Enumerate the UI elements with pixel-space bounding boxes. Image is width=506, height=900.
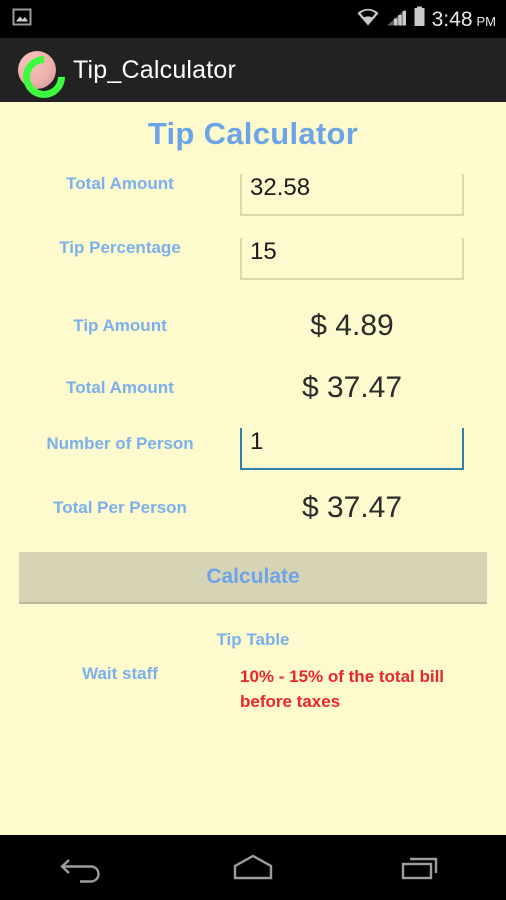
tip-table-row: Wait staff 10% - 15% of the total bill b…: [0, 664, 506, 714]
tip-table-row-label: Wait staff: [82, 664, 158, 683]
screenshot-image-icon: [12, 7, 32, 32]
tip-percentage-value: 15: [250, 238, 277, 265]
status-bar-system-icons: 3:48 PM: [356, 6, 496, 32]
row-number-of-person-input: Number of Person 1: [0, 428, 506, 470]
total-amount-value: 32.58: [250, 174, 311, 201]
home-icon[interactable]: [169, 835, 338, 900]
label-total-per-person: Total Per Person: [53, 498, 187, 517]
row-total-amount-input: Total Amount 32.58: [0, 174, 506, 216]
row-total-per-person-result: Total Per Person $ 37.47: [0, 490, 506, 526]
recent-apps-icon[interactable]: [337, 835, 506, 900]
total-amount-result-value: $ 37.47: [301, 371, 403, 404]
back-icon[interactable]: [0, 835, 169, 900]
tip-table-title: Tip Table: [216, 630, 290, 649]
field-number-of-person: 1: [240, 428, 480, 470]
row-total-amount-result: Total Amount $ 37.47: [0, 370, 506, 406]
calculate-button-wrap: Calculate: [0, 552, 506, 604]
label-total-amount-result: Total Amount: [66, 378, 174, 397]
label-total-amount: Total Amount: [66, 174, 174, 193]
cellular-signal-icon: [386, 7, 407, 32]
field-tip-percentage: 15: [240, 238, 480, 280]
navigation-bar: [0, 835, 506, 900]
number-of-person-input[interactable]: 1: [240, 428, 464, 470]
status-bar-notifications: [12, 7, 32, 32]
wifi-icon: [356, 7, 380, 32]
row-tip-percentage-input: Tip Percentage 15: [0, 238, 506, 280]
field-total-per-person: $ 37.47: [240, 490, 480, 526]
label-number-of-person: Number of Person: [46, 434, 194, 453]
label-tip-percentage: Tip Percentage: [59, 238, 181, 257]
number-of-person-value: 1: [250, 428, 264, 455]
row-tip-amount-result: Tip Amount $ 4.89: [0, 308, 506, 344]
tip-table-row-description: 10% - 15% of the total bill before taxes: [240, 667, 445, 711]
android-screen: 3:48 PM Tip_Calculator Tip Calculator Tot…: [0, 0, 506, 900]
tip-amount-value: $ 4.89: [310, 309, 394, 342]
label-tip-amount: Tip Amount: [73, 316, 167, 335]
status-bar-clock: 3:48 PM: [432, 9, 496, 32]
status-bar: 3:48 PM: [0, 0, 506, 38]
tip-percentage-input[interactable]: 15: [240, 238, 464, 280]
page-title: Tip Calculator: [147, 116, 359, 151]
app-bar-title: Tip_Calculator: [73, 55, 237, 84]
battery-icon: [413, 6, 426, 32]
total-amount-input[interactable]: 32.58: [240, 174, 464, 216]
clock-meridiem: PM: [476, 14, 497, 29]
main-content: Tip Calculator Total Amount 32.58 Tip Pe…: [0, 102, 506, 835]
calculate-button[interactable]: Calculate: [19, 552, 487, 604]
field-tip-amount: $ 4.89: [240, 308, 480, 344]
app-bar: Tip_Calculator: [0, 38, 506, 102]
total-per-person-value: $ 37.47: [301, 491, 403, 524]
clock-time: 3:48: [431, 8, 473, 31]
field-total-amount-result: $ 37.47: [240, 370, 480, 406]
field-total-amount: 32.58: [240, 174, 480, 216]
app-logo-icon: [18, 51, 56, 89]
